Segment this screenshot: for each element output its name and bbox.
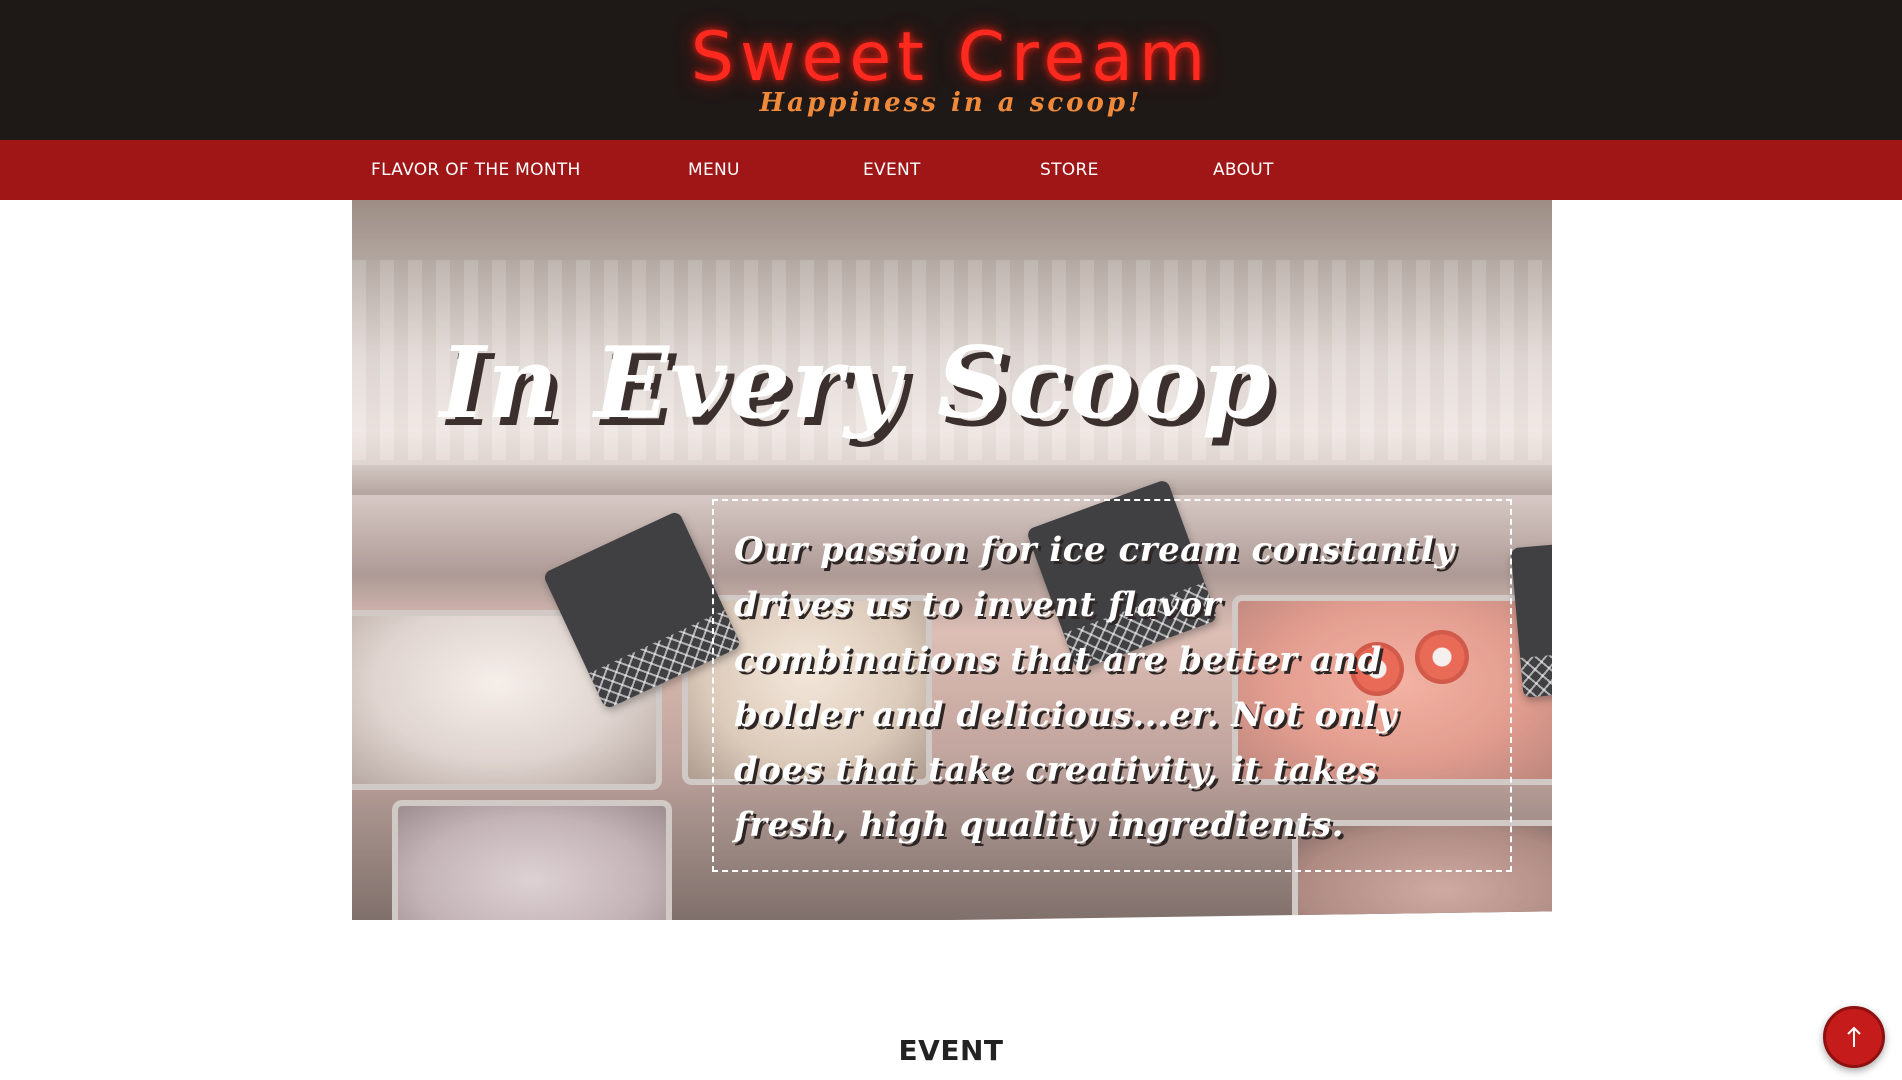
hero-banner: In Every Scoop Our passion for ice cream… <box>352 200 1552 920</box>
brand-tagline: Happiness in a scoop! <box>759 88 1143 118</box>
arrow-up-icon <box>1844 1025 1864 1049</box>
back-to-top-button[interactable] <box>1823 1006 1885 1068</box>
main-nav: FLAVOR OF THE MONTH MENU EVENT STORE ABO… <box>0 140 1902 200</box>
nav-item-flavor-of-the-month[interactable]: FLAVOR OF THE MONTH <box>371 140 581 200</box>
site-header: Sweet Cream Happiness in a scoop! <box>0 0 1902 140</box>
nav-item-menu[interactable]: MENU <box>688 140 740 200</box>
hero-quote-text: Our passion for ice cream constantly dri… <box>734 530 1455 845</box>
nav-item-about[interactable]: ABOUT <box>1213 140 1274 200</box>
event-section-title: EVENT <box>898 1034 1004 1068</box>
nav-item-store[interactable]: STORE <box>1040 140 1099 200</box>
hero-heading: In Every Scoop <box>440 325 1272 441</box>
nav-item-event[interactable]: EVENT <box>863 140 921 200</box>
hero-quote-box: Our passion for ice cream constantly dri… <box>712 499 1512 872</box>
